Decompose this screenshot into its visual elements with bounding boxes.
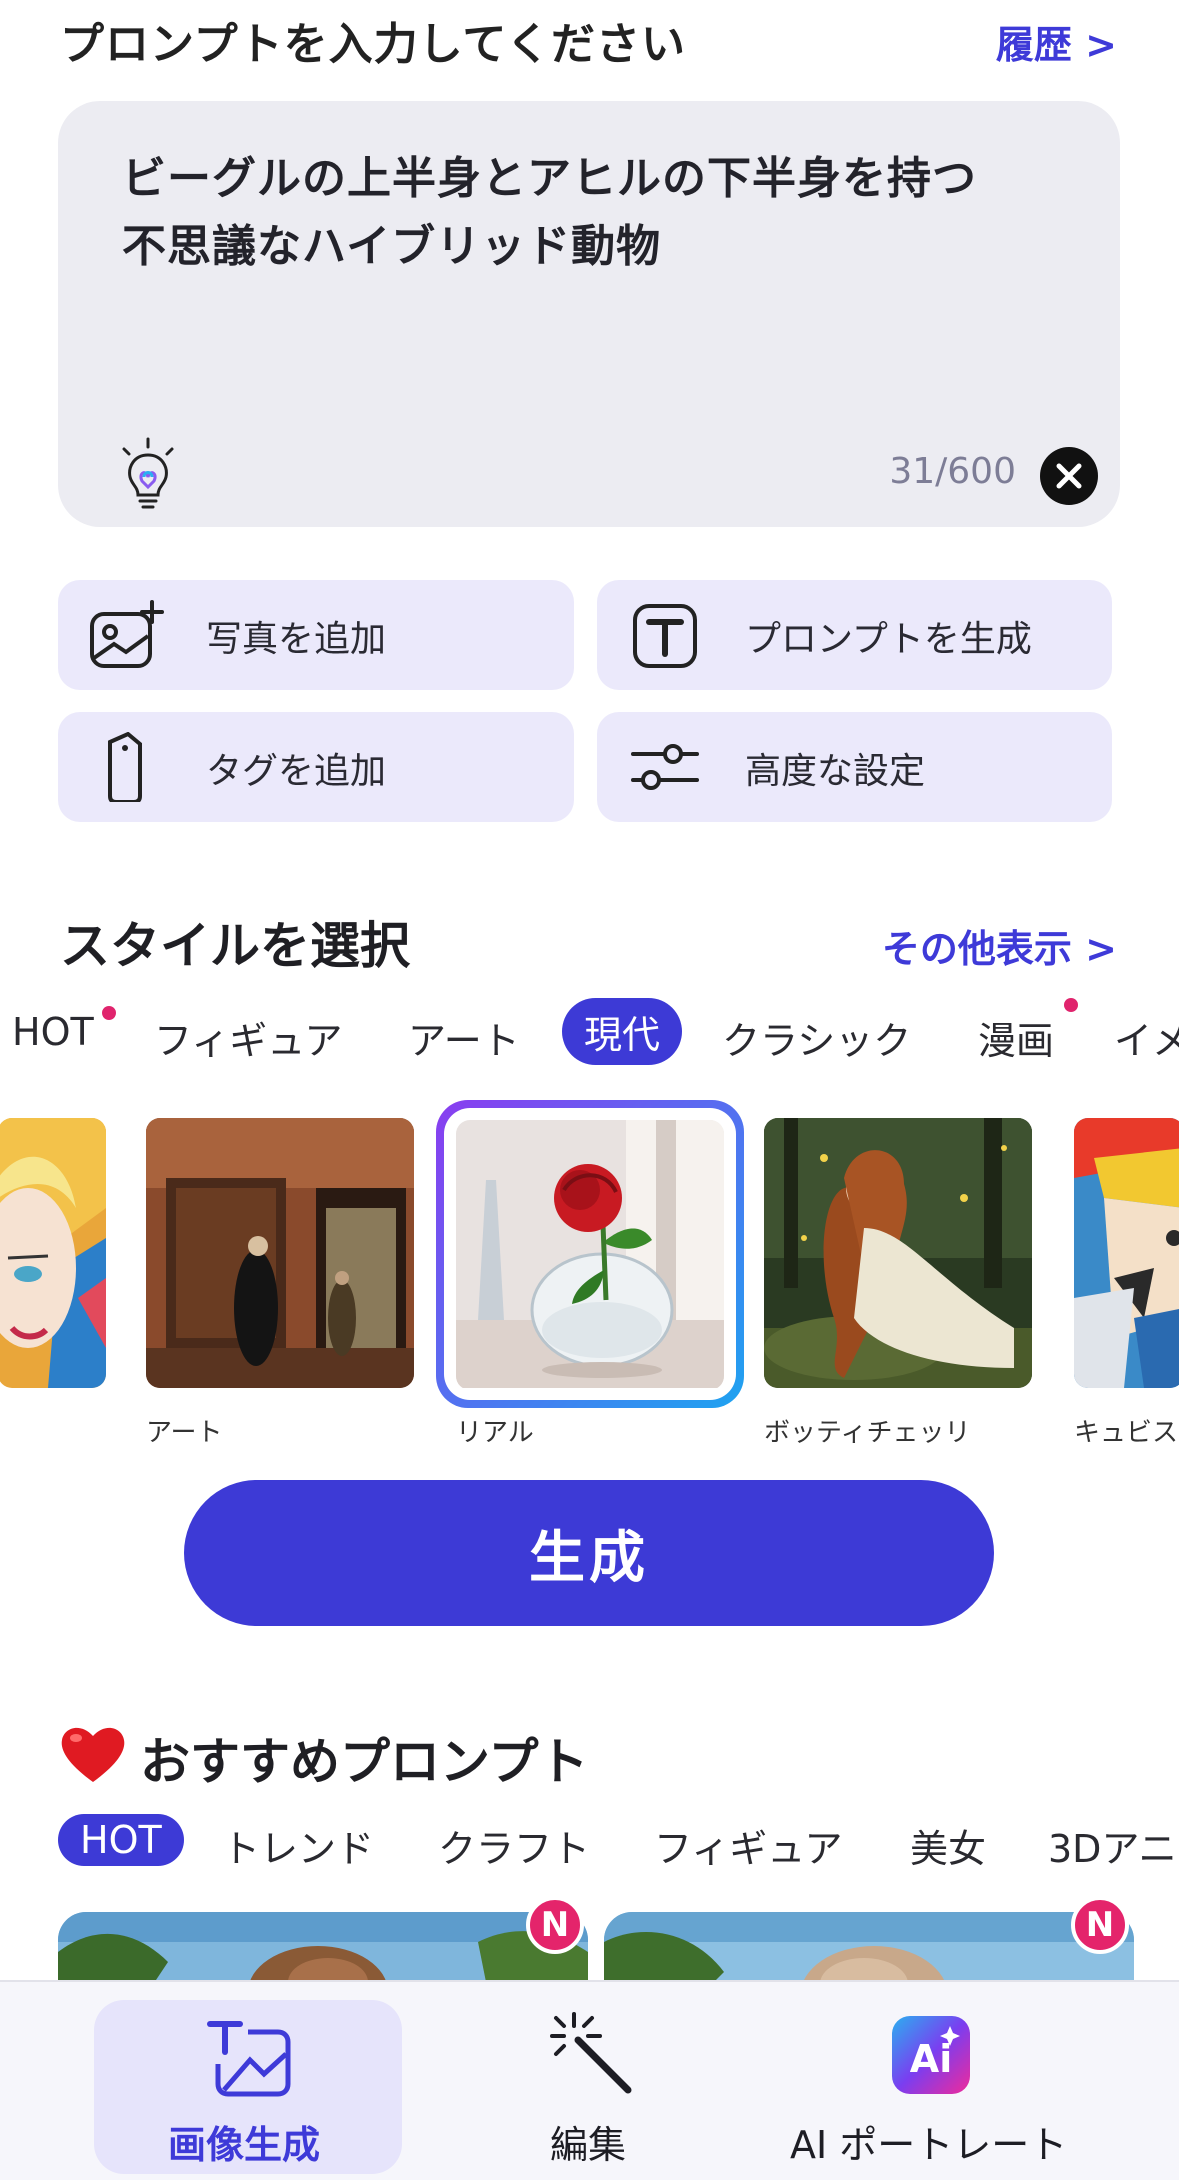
nav-ai-portrait-label: AI ポートレート xyxy=(790,2123,1068,2167)
style-label-real: リアル xyxy=(456,1418,534,1448)
rec-tab-hot[interactable]: HOT xyxy=(58,1814,184,1866)
style-tab-figure[interactable]: フィギュア xyxy=(154,1010,342,1065)
rec-tab-trend[interactable]: トレンド xyxy=(222,1818,374,1873)
add-photo-button[interactable]: 写真を追加 xyxy=(58,580,574,690)
tag-icon xyxy=(108,732,142,802)
sliders-icon xyxy=(631,744,699,790)
prompt-text-line-2: 不思議なハイブリッド動物 xyxy=(122,221,662,272)
style-thumb-botticelli[interactable] xyxy=(764,1118,1032,1388)
style-tab-image[interactable]: イメ xyxy=(1114,1010,1179,1065)
style-tab-art[interactable]: アート xyxy=(408,1010,520,1065)
style-thumb-art[interactable] xyxy=(146,1118,414,1388)
prompt-text[interactable]: ビーグルの上半身とアヒルの下半身を持つ 不思議なハイブリッド動物 xyxy=(122,145,1062,281)
add-tag-label: タグを追加 xyxy=(206,751,387,792)
new-dot-indicator xyxy=(102,1006,116,1020)
heart-icon xyxy=(61,1727,125,1782)
nav-image-generation[interactable]: 画像生成 xyxy=(94,1982,402,2180)
style-thumb-popart[interactable] xyxy=(0,1118,106,1388)
style-thumb-cubism[interactable] xyxy=(1074,1118,1179,1388)
style-label-cubism: キュビス xyxy=(1074,1418,1179,1448)
advanced-settings-button[interactable]: 高度な設定 xyxy=(597,712,1112,822)
add-photo-icon xyxy=(90,600,164,668)
style-thumb-real[interactable] xyxy=(456,1120,724,1390)
rec-tab-beauty[interactable]: 美女 xyxy=(910,1818,986,1873)
generate-prompt-label: プロンプトを生成 xyxy=(745,619,1032,660)
recommended-title: おすすめプロンプト xyxy=(140,1733,589,1791)
nav-image-generation-label: 画像生成 xyxy=(168,2123,321,2167)
rec-tab-figure[interactable]: フィギュア xyxy=(654,1818,842,1873)
generate-prompt-button[interactable]: プロンプトを生成 xyxy=(597,580,1112,690)
add-tag-button[interactable]: タグを追加 xyxy=(58,712,574,822)
style-tab-classic[interactable]: クラシック xyxy=(722,1010,911,1065)
page-title: プロンプトを入力してください xyxy=(60,19,687,70)
prompt-input-box[interactable]: ビーグルの上半身とアヒルの下半身を持つ 不思議なハイブリッド動物 31/600 xyxy=(58,101,1120,527)
nav-edit-label: 編集 xyxy=(550,2123,627,2167)
generate-button[interactable]: 生成 xyxy=(184,1480,994,1626)
style-tab-modern[interactable]: 現代 xyxy=(562,998,683,1065)
new-badge: N xyxy=(526,1896,584,1954)
add-photo-label: 写真を追加 xyxy=(206,619,387,660)
char-count: 31/600 xyxy=(889,451,1016,492)
history-link[interactable]: 履歴 > xyxy=(996,14,1117,69)
close-icon xyxy=(1056,463,1082,489)
style-tab-hot[interactable]: HOT xyxy=(12,1010,94,1054)
nav-ai-portrait[interactable]: Ai AI ポートレート xyxy=(780,1982,1080,2180)
style-label-botticelli: ボッティチェッリ xyxy=(764,1418,971,1448)
more-styles-link[interactable]: その他表示 > xyxy=(882,918,1117,973)
rec-tab-craft[interactable]: クラフト xyxy=(438,1818,590,1873)
nav-edit[interactable]: 編集 xyxy=(470,1982,710,2180)
ai-portrait-icon: Ai xyxy=(892,2016,970,2094)
text-t-icon xyxy=(633,604,697,668)
prompt-text-line-1: ビーグルの上半身とアヒルの下半身を持つ xyxy=(122,153,977,204)
bottom-nav: 画像生成 編集 Ai AI ポートレート xyxy=(0,1980,1179,2180)
style-section-title: スタイルを選択 xyxy=(60,917,410,975)
new-badge: N xyxy=(1071,1896,1129,1954)
magic-wand-icon xyxy=(550,2012,632,2094)
lightbulb-icon[interactable] xyxy=(116,437,180,513)
clear-button[interactable] xyxy=(1040,447,1098,505)
advanced-settings-label: 高度な設定 xyxy=(745,751,926,792)
new-dot-indicator xyxy=(1064,998,1078,1012)
rec-tab-3danime[interactable]: 3Dアニ xyxy=(1048,1818,1177,1873)
style-tab-manga[interactable]: 漫画 xyxy=(978,1010,1054,1065)
svg-text:Ai: Ai xyxy=(910,2037,952,2081)
image-generation-icon xyxy=(207,2021,291,2097)
style-label-art: アート xyxy=(146,1418,223,1448)
